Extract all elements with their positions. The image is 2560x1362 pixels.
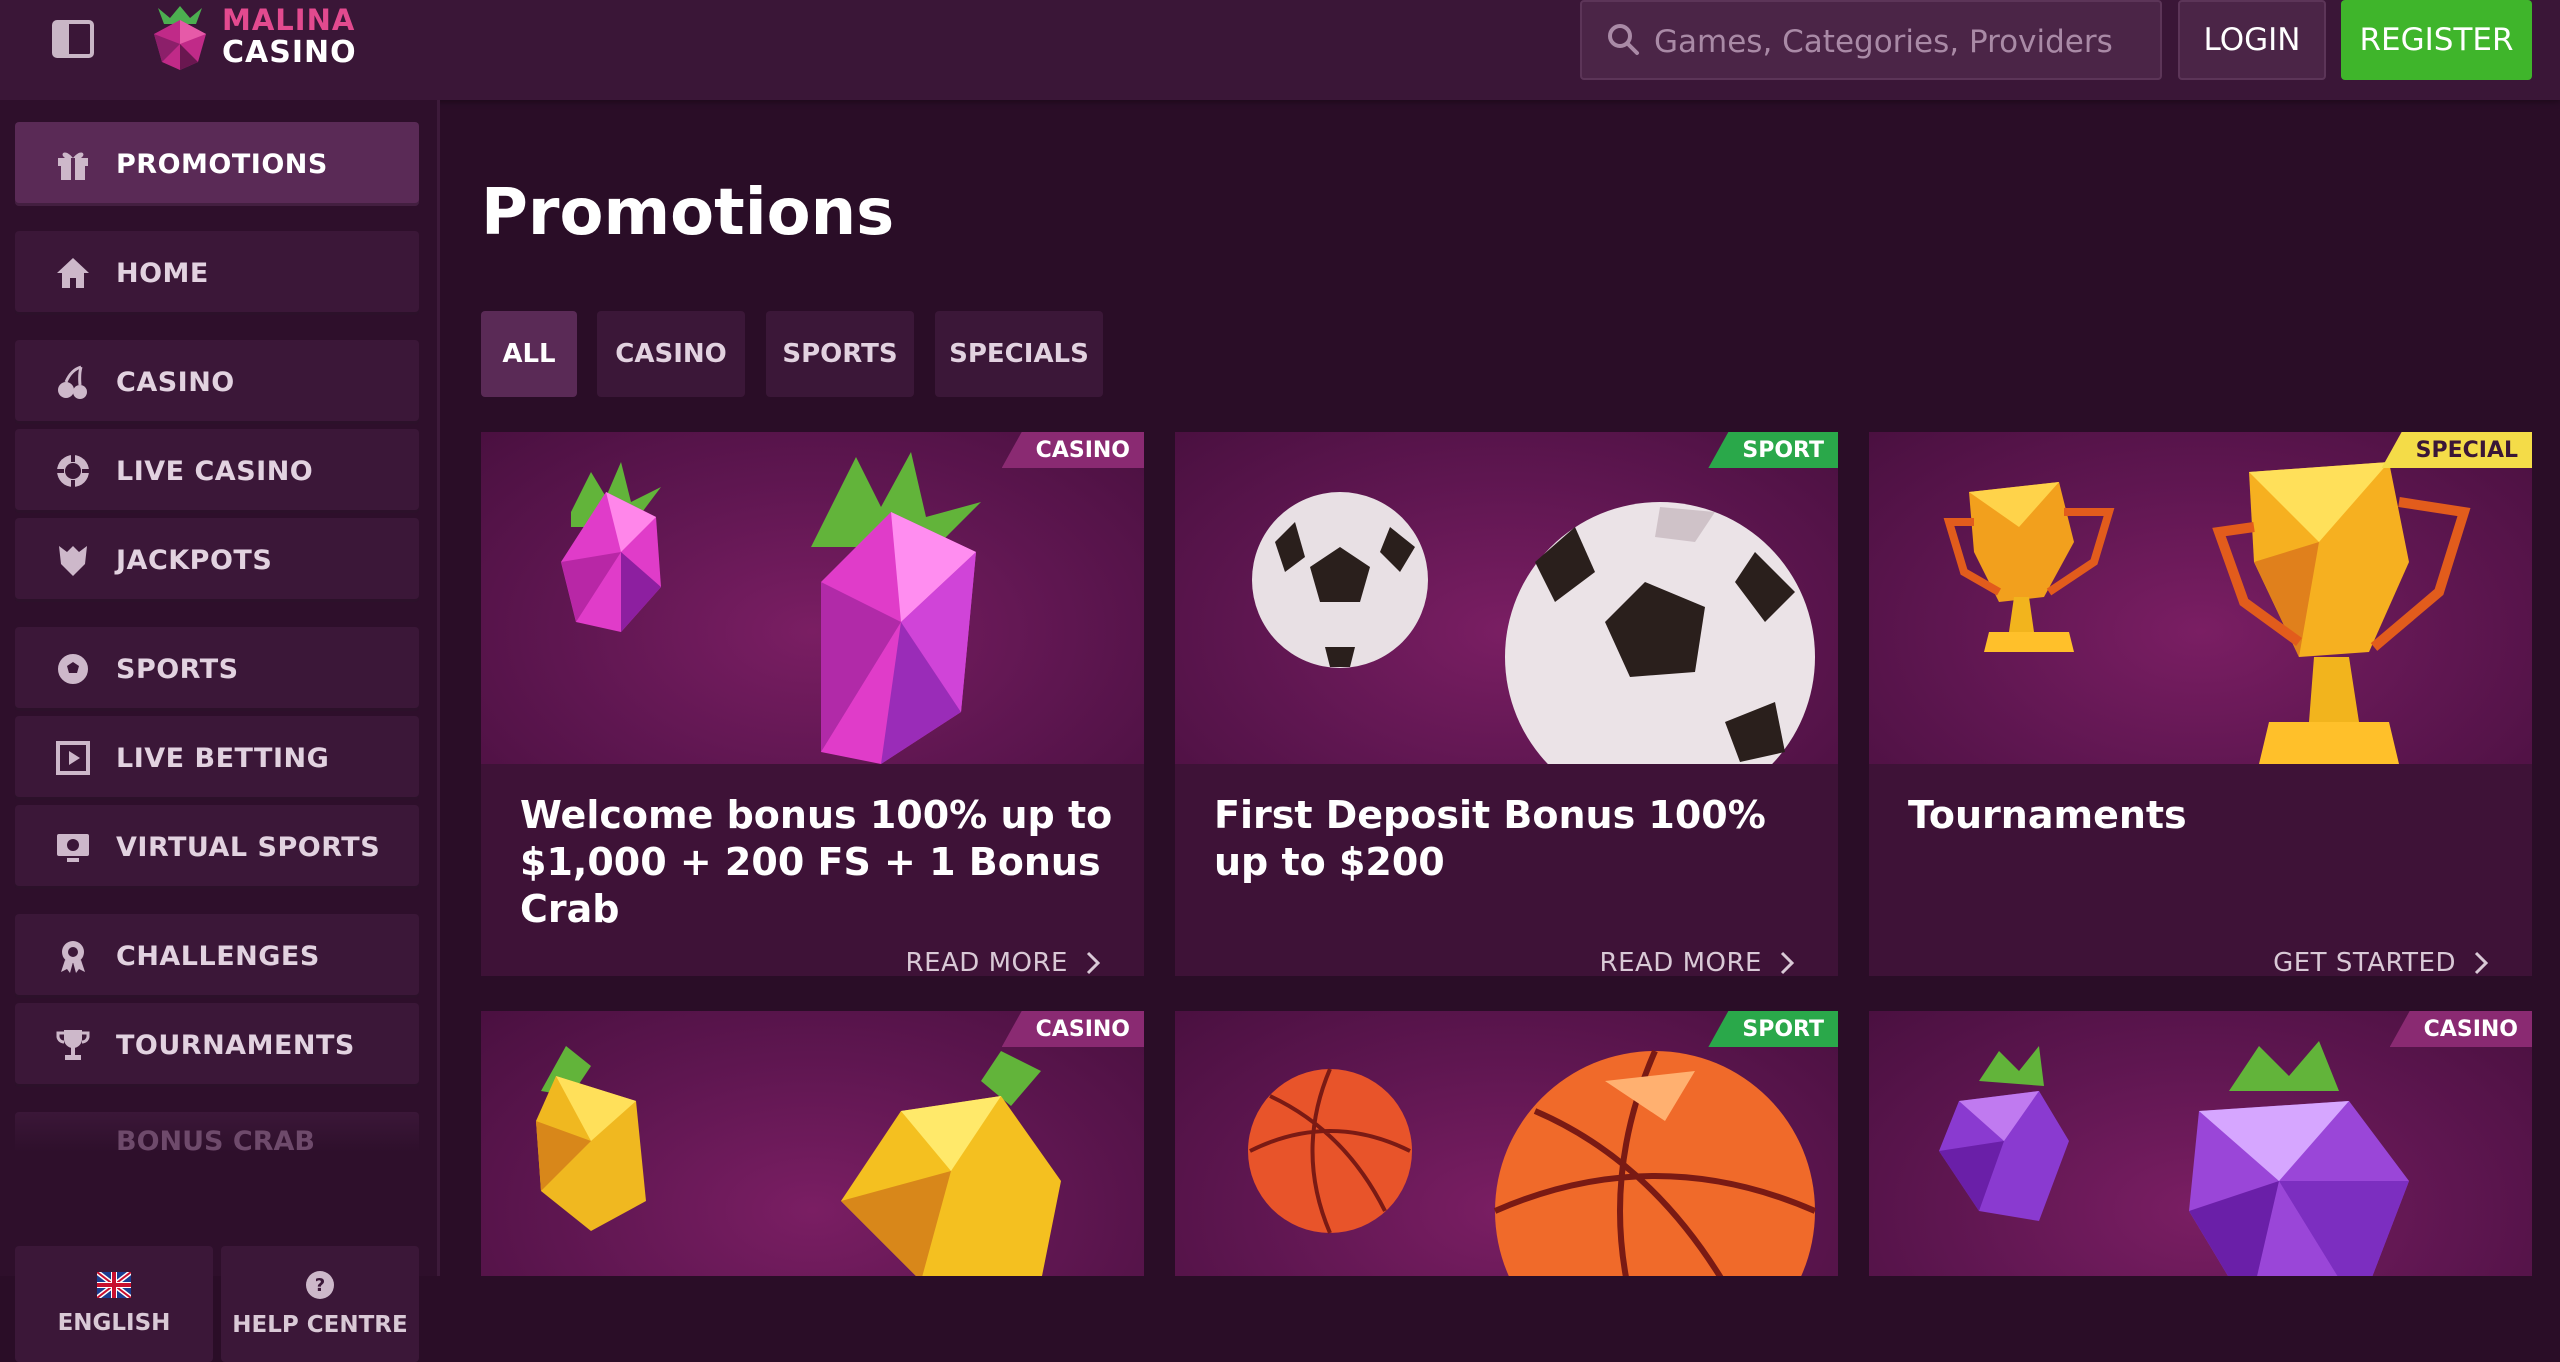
cta-label: GET STARTED [2273, 948, 2456, 976]
sidebar-item-live-betting[interactable]: LIVE BETTING [15, 716, 419, 800]
language-label: ENGLISH [57, 1310, 171, 1336]
sidebar-item-label: SPORTS [116, 653, 239, 685]
tab-specials[interactable]: SPECIALS [935, 311, 1103, 397]
search-input[interactable] [1652, 16, 2146, 68]
promo-card-tournaments[interactable]: SPECIAL Tournaments GET STARTED [1869, 432, 2532, 976]
promo-card-grapes[interactable]: CASINO [1869, 1011, 2532, 1276]
login-button[interactable]: LOGIN [2178, 0, 2326, 80]
cta-label: READ MORE [905, 948, 1068, 976]
trophy-icon [53, 1025, 93, 1065]
lemon-art [481, 1011, 1144, 1276]
cta-label: READ MORE [1599, 948, 1762, 976]
sidebar-item-label: PROMOTIONS [116, 148, 328, 180]
tab-sports[interactable]: SPORTS [766, 311, 914, 397]
get-started-link[interactable]: GET STARTED [2273, 948, 2488, 976]
tab-casino[interactable]: CASINO [597, 311, 745, 397]
promo-card-welcome-bonus[interactable]: CASINO Welcome bonus 100% up to $1,000 +… [481, 432, 1144, 976]
sidebar-item-label: BONUS CRAB [116, 1126, 315, 1152]
help-centre-button[interactable]: ? HELP CENTRE [221, 1246, 419, 1362]
chevron-right-icon [1086, 951, 1100, 975]
category-badge: SPECIAL [2381, 432, 2532, 468]
search-icon [1608, 24, 1639, 55]
raspberry-art [481, 432, 1144, 764]
sidebar-item-label: LIVE CASINO [116, 455, 314, 487]
trophy-art [1869, 432, 2532, 764]
sidebar-item-virtual-sports[interactable]: VIRTUAL SPORTS [15, 805, 419, 889]
sidebar-item-label: HOME [116, 257, 209, 289]
read-more-link[interactable]: READ MORE [906, 948, 1100, 976]
sidebar-item-label: TOURNAMENTS [116, 1029, 355, 1061]
raspberry-logo-icon [154, 6, 206, 70]
sidebar-toggle-icon[interactable] [52, 20, 94, 58]
malina-casino-logo[interactable]: MALINA CASINO [150, 2, 357, 72]
sidebar-item-challenges[interactable]: CHALLENGES [15, 914, 419, 998]
category-badge: CASINO [1001, 432, 1144, 468]
cherries-icon [53, 362, 93, 402]
top-header: MALINA CASINO LOGIN REGISTER [0, 0, 2560, 100]
promo-card-first-deposit[interactable]: SPORT First Deposit Bonus 100% up to $20… [1175, 432, 1838, 976]
sidebar-item-sports[interactable]: SPORTS [15, 627, 419, 711]
sidebar-item-home[interactable]: HOME [15, 231, 419, 315]
search-box[interactable] [1580, 0, 2162, 80]
sidebar: PROMOTIONS HOME CASINO LIVE CASINO JACKP… [0, 100, 440, 1362]
chip-icon [53, 451, 93, 491]
promo-title: Tournaments [1908, 793, 2187, 837]
promo-title: Welcome bonus 100% up to $1,000 + 200 FS… [520, 793, 1113, 931]
help-question-icon: ? [306, 1271, 334, 1299]
sidebar-item-label: VIRTUAL SPORTS [116, 831, 381, 863]
category-badge: SPORT [1708, 432, 1838, 468]
soccer-ball-art [1175, 432, 1838, 812]
basketball-art [1175, 1011, 1838, 1276]
sidebar-item-live-casino[interactable]: LIVE CASINO [15, 429, 419, 513]
live-play-icon [53, 738, 93, 778]
svg-text:?: ? [315, 1275, 325, 1296]
sidebar-item-casino[interactable]: CASINO [15, 340, 419, 424]
sidebar-item-promotions[interactable]: PROMOTIONS [15, 122, 419, 206]
soccer-ball-icon [53, 649, 93, 689]
read-more-link[interactable]: READ MORE [1600, 948, 1794, 976]
sidebar-item-label: CASINO [116, 366, 235, 398]
help-centre-label: HELP CENTRE [232, 1312, 408, 1338]
virtual-screen-icon [53, 827, 93, 867]
sidebar-item-label: LIVE BETTING [116, 742, 330, 774]
sidebar-item-label: CHALLENGES [116, 940, 320, 972]
sidebar-item-tournaments[interactable]: TOURNAMENTS [15, 1003, 419, 1087]
page-title: Promotions [481, 176, 895, 250]
category-badge: CASINO [2389, 1011, 2532, 1047]
home-icon [53, 253, 93, 293]
grapes-art [1869, 1011, 2532, 1276]
sidebar-item-label: JACKPOTS [116, 544, 273, 576]
sidebar-item-jackpots[interactable]: JACKPOTS [15, 518, 419, 602]
promo-card-basketball[interactable]: SPORT [1175, 1011, 1838, 1276]
sidebar-item-bonus-crab[interactable]: BONUS CRAB [15, 1112, 419, 1152]
chevron-right-icon [1780, 951, 1794, 975]
promo-card-lemon[interactable]: CASINO [481, 1011, 1144, 1276]
tab-all[interactable]: ALL [481, 311, 577, 397]
logo-line1: MALINA [222, 3, 356, 37]
medal-icon [53, 936, 93, 976]
gift-icon [53, 144, 93, 184]
register-button[interactable]: REGISTER [2341, 0, 2532, 80]
language-button[interactable]: ENGLISH [15, 1246, 213, 1362]
category-badge: SPORT [1708, 1011, 1838, 1047]
category-badge: CASINO [1001, 1011, 1144, 1047]
promo-title: First Deposit Bonus 100% up to $200 [1214, 793, 1766, 884]
logo-line2: CASINO [222, 35, 357, 70]
chevron-right-icon [2474, 951, 2488, 975]
jackpot-icon [53, 540, 93, 580]
